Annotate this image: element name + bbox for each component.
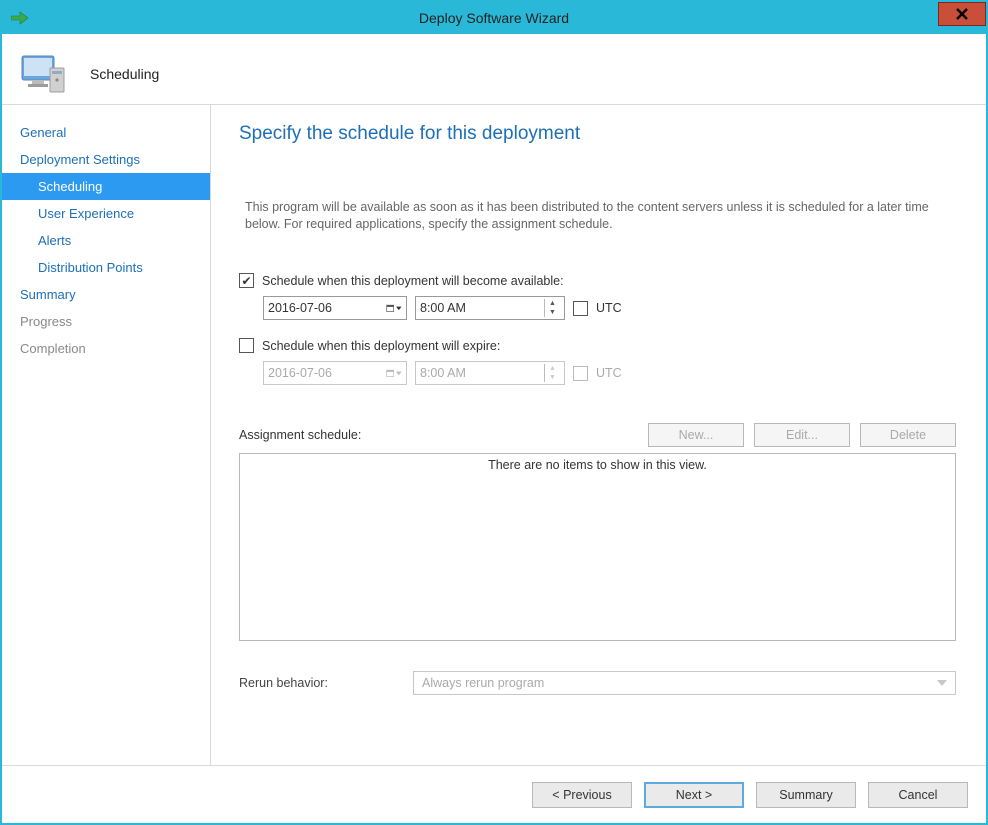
schedule-available-row: ✔ Schedule when this deployment will bec… xyxy=(239,273,956,288)
sidebar-item-distribution-points[interactable]: Distribution Points xyxy=(2,254,210,281)
sidebar-item-deployment-settings[interactable]: Deployment Settings xyxy=(2,146,210,173)
intro-text: This program will be available as soon a… xyxy=(239,199,956,233)
chevron-down-icon xyxy=(937,676,947,690)
expire-time-input: 8:00 AM ▲▼ xyxy=(415,361,565,385)
assignment-edit-button: Edit... xyxy=(754,423,850,447)
time-spinner-icon[interactable]: ▲▼ xyxy=(544,299,560,317)
cancel-button[interactable]: Cancel xyxy=(868,782,968,808)
assignment-schedule-row: Assignment schedule: New... Edit... Dele… xyxy=(239,423,956,447)
sidebar-item-general[interactable]: General xyxy=(2,119,210,146)
page-banner: Scheduling xyxy=(2,34,986,104)
schedule-expire-controls: 2016-07-06 8:00 AM ▲▼ UTC xyxy=(239,361,956,385)
rerun-row: Rerun behavior: Always rerun program xyxy=(239,671,956,695)
available-utc-label: UTC xyxy=(596,301,622,315)
expire-utc-label: UTC xyxy=(596,366,622,380)
wizard-icon xyxy=(16,48,76,100)
main-panel: Specify the schedule for this deployment… xyxy=(211,105,986,765)
assignment-empty-text: There are no items to show in this view. xyxy=(488,458,707,472)
sidebar-item-user-experience[interactable]: User Experience xyxy=(2,200,210,227)
wizard-footer: < Previous Next > Summary Cancel xyxy=(2,765,986,823)
schedule-expire-row: Schedule when this deployment will expir… xyxy=(239,338,956,353)
previous-button[interactable]: < Previous xyxy=(532,782,632,808)
rerun-select-value: Always rerun program xyxy=(422,676,544,690)
assignment-delete-button: Delete xyxy=(860,423,956,447)
expire-time-value: 8:00 AM xyxy=(420,366,466,380)
sidebar-item-alerts[interactable]: Alerts xyxy=(2,227,210,254)
forward-arrow-icon xyxy=(8,8,32,28)
sidebar-item-summary[interactable]: Summary xyxy=(2,281,210,308)
available-time-input[interactable]: 8:00 AM ▲▼ xyxy=(415,296,565,320)
wizard-body: General Deployment Settings Scheduling U… xyxy=(2,104,986,765)
steps-sidebar: General Deployment Settings Scheduling U… xyxy=(2,105,211,765)
assignment-listbox[interactable]: There are no items to show in this view. xyxy=(239,453,956,641)
page-title: Scheduling xyxy=(90,66,159,82)
available-time-value: 8:00 AM xyxy=(420,301,466,315)
rerun-label: Rerun behavior: xyxy=(239,676,399,690)
sidebar-item-completion: Completion xyxy=(2,335,210,362)
schedule-available-controls: 2016-07-06 8:00 AM ▲▼ UTC xyxy=(239,296,956,320)
window-title: Deploy Software Wizard xyxy=(2,10,986,26)
sidebar-item-progress: Progress xyxy=(2,308,210,335)
expire-date-value: 2016-07-06 xyxy=(268,366,332,380)
assignment-new-button[interactable]: New... xyxy=(648,423,744,447)
titlebar: Deploy Software Wizard xyxy=(2,2,986,34)
expire-utc-checkbox xyxy=(573,366,588,381)
available-date-value: 2016-07-06 xyxy=(268,301,332,315)
assignment-schedule-label: Assignment schedule: xyxy=(239,428,638,442)
rerun-select: Always rerun program xyxy=(413,671,956,695)
schedule-available-label: Schedule when this deployment will becom… xyxy=(262,274,564,288)
available-date-input[interactable]: 2016-07-06 xyxy=(263,296,407,320)
close-button[interactable] xyxy=(938,2,986,26)
next-button[interactable]: Next > xyxy=(644,782,744,808)
available-utc-checkbox[interactable] xyxy=(573,301,588,316)
main-heading: Specify the schedule for this deployment xyxy=(239,123,956,145)
schedule-expire-label: Schedule when this deployment will expir… xyxy=(262,339,500,353)
calendar-dropdown-icon[interactable] xyxy=(386,300,402,316)
calendar-dropdown-icon xyxy=(386,365,402,381)
time-spinner-icon: ▲▼ xyxy=(544,364,560,382)
sidebar-item-scheduling[interactable]: Scheduling xyxy=(2,173,210,200)
summary-button[interactable]: Summary xyxy=(756,782,856,808)
wizard-window: Deploy Software Wizard Scheduling Gener xyxy=(0,0,988,825)
schedule-available-checkbox[interactable]: ✔ xyxy=(239,273,254,288)
expire-date-input: 2016-07-06 xyxy=(263,361,407,385)
schedule-expire-checkbox[interactable] xyxy=(239,338,254,353)
